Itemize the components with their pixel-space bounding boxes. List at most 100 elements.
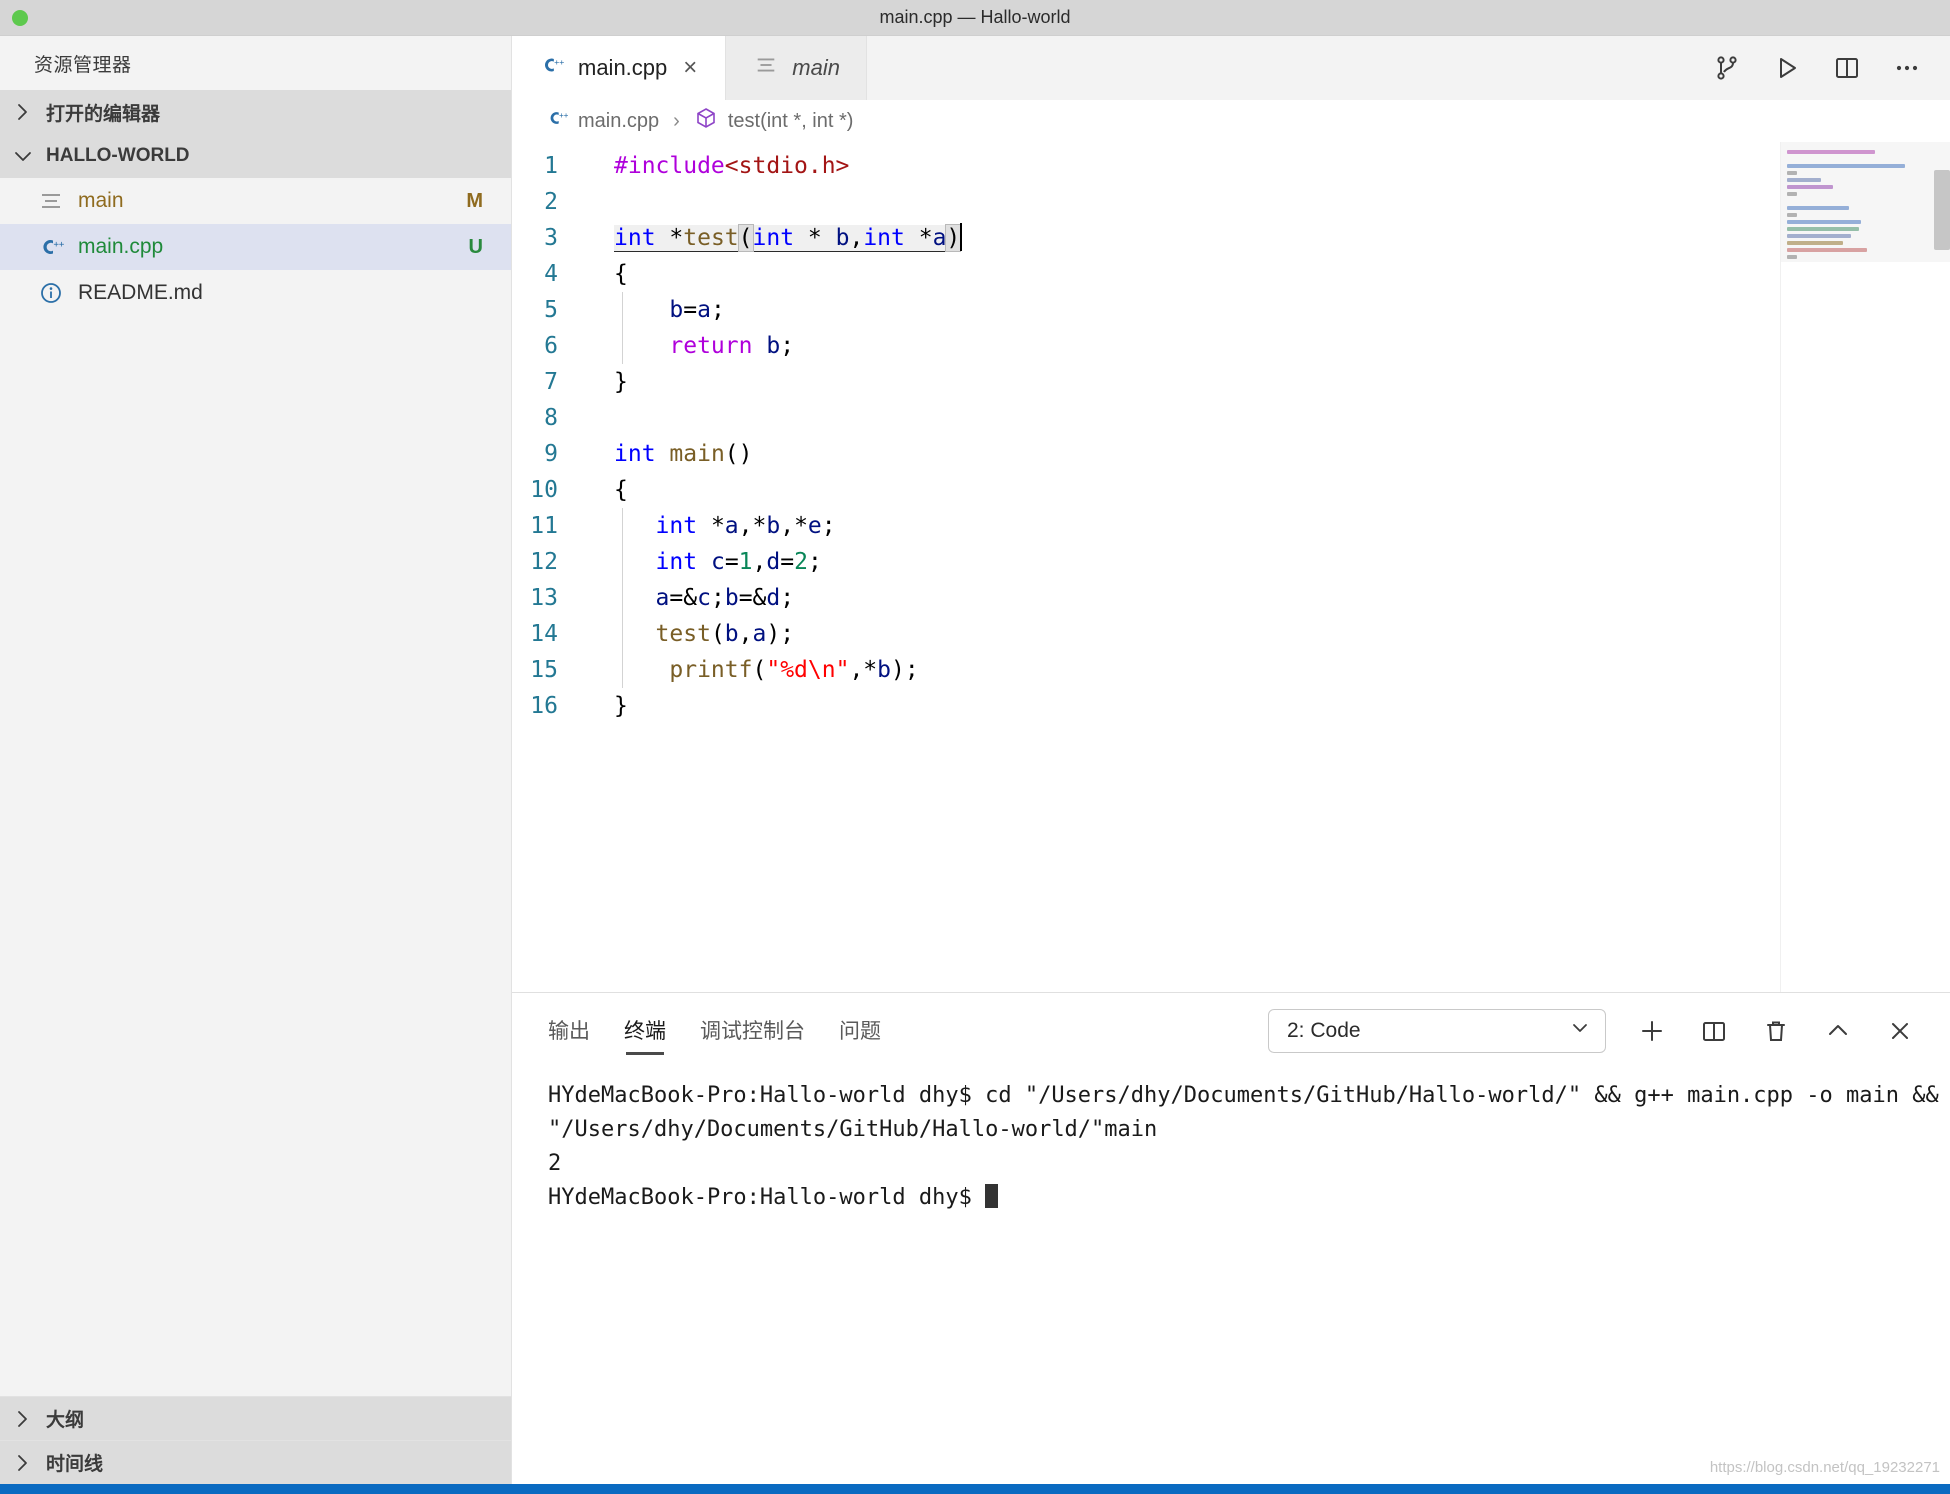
sidebar-section-timeline[interactable]: 时间线 xyxy=(0,1440,511,1484)
svg-text:++: ++ xyxy=(54,240,65,250)
indent-guide xyxy=(622,328,623,364)
tab-main[interactable]: main xyxy=(726,36,867,100)
window-traffic-lights[interactable] xyxy=(12,9,28,26)
line-content: return b; xyxy=(582,328,794,364)
panel-tab-output[interactable]: 输出 xyxy=(548,993,590,1069)
more-actions-icon[interactable] xyxy=(1892,53,1922,83)
panel-tab-debug-console[interactable]: 调试控制台 xyxy=(700,993,805,1069)
minimap[interactable] xyxy=(1780,142,1950,992)
code-line[interactable]: 11 int *a,*b,*e; xyxy=(512,508,1950,544)
tab-label: main.cpp xyxy=(578,55,668,80)
status-bar[interactable] xyxy=(0,1484,1950,1494)
code-line[interactable]: 10 { xyxy=(512,472,1950,508)
tree-item-main[interactable]: main M xyxy=(0,178,511,224)
sidebar-section-open-editors[interactable]: 打开的编辑器 xyxy=(0,90,511,134)
new-terminal-icon[interactable] xyxy=(1636,1015,1668,1047)
watermark: https://blog.csdn.net/qq_19232271 xyxy=(1709,1459,1940,1476)
minimap-slider[interactable] xyxy=(1781,142,1950,262)
tree-item-label: main xyxy=(78,189,124,212)
chevron-down-icon xyxy=(12,145,34,167)
tree-item-main-cpp[interactable]: ++ main.cpp U xyxy=(0,224,511,270)
line-number: 9 xyxy=(544,441,558,467)
code-line[interactable]: 12 int c=1,d=2; xyxy=(512,544,1950,580)
line-number: 4 xyxy=(544,261,558,287)
window-close-dot-icon[interactable] xyxy=(12,9,28,26)
tab-main-cpp[interactable]: ++ main.cpp × xyxy=(512,36,727,100)
cpp-file-icon: ++ xyxy=(540,53,564,83)
breadcrumb-label: main.cpp xyxy=(578,109,660,132)
code-line[interactable]: 16} xyxy=(512,688,1950,724)
breadcrumb-item-file[interactable]: ++ main.cpp xyxy=(546,107,659,135)
kill-terminal-icon[interactable] xyxy=(1760,1015,1792,1047)
code-token: ; xyxy=(821,513,836,539)
code-token: test xyxy=(655,621,711,647)
code-token: a xyxy=(932,225,947,251)
line-content: } xyxy=(582,688,628,724)
editor-scrollbar[interactable] xyxy=(1934,170,1950,250)
breadcrumb-item-symbol[interactable]: test(int *, int *) xyxy=(694,106,853,136)
panel-tab-terminal[interactable]: 终端 xyxy=(624,993,666,1069)
terminal-select[interactable]: 2: Code xyxy=(1268,1009,1606,1053)
text-cursor xyxy=(960,222,963,251)
run-play-icon[interactable] xyxy=(1772,53,1802,83)
line-number: 3 xyxy=(544,225,558,251)
chevron-right-icon xyxy=(12,101,34,123)
sidebar-section-hallo-world[interactable]: HALLO-WORLD xyxy=(0,134,511,178)
breadcrumb-separator: › xyxy=(673,109,680,132)
code-token: d xyxy=(766,549,781,575)
panel-tab-problems[interactable]: 问题 xyxy=(839,993,881,1069)
editor-area: ++ main.cpp × main ++ main.cpp › test(in… xyxy=(512,36,1950,1484)
maximize-panel-icon[interactable] xyxy=(1822,1015,1854,1047)
code-line[interactable]: 14 test(b,a); xyxy=(512,616,1950,652)
code-token: * xyxy=(697,513,725,539)
line-content: test(b,a); xyxy=(582,616,794,652)
code-line[interactable]: 9 int main() xyxy=(512,436,1950,472)
code-line[interactable]: 7} xyxy=(512,364,1950,400)
code-token: { xyxy=(614,477,628,503)
code-token: , xyxy=(752,549,767,575)
line-content: printf("%d\n",*b); xyxy=(582,652,919,688)
line-number: 15 xyxy=(530,657,558,683)
split-source-control-icon[interactable] xyxy=(1712,53,1742,83)
line-content: int *a,*b,*e; xyxy=(582,508,836,544)
chevron-right-icon xyxy=(12,1452,34,1474)
line-number: 7 xyxy=(544,369,558,395)
line-number: 12 xyxy=(530,549,558,575)
code-token: , xyxy=(738,621,753,647)
code-token: a xyxy=(655,585,670,611)
sidebar-section-label: 大纲 xyxy=(46,1410,85,1431)
panel-header: 输出 终端 调试控制台 问题 2: Code xyxy=(512,993,1950,1069)
code-line[interactable]: 1 #include<stdio.h> xyxy=(512,148,1950,184)
code-line[interactable]: 13 a=&c;b=&d; xyxy=(512,580,1950,616)
code-line[interactable]: 2 xyxy=(512,184,1950,220)
tree-item-readme[interactable]: README.md xyxy=(0,270,511,316)
split-terminal-icon[interactable] xyxy=(1698,1015,1730,1047)
workbench-body: 资源管理器 打开的编辑器 HALLO-WORLD main M ++ main.… xyxy=(0,36,1950,1484)
code-token: () xyxy=(724,441,753,467)
code-line[interactable]: 5 b=a; xyxy=(512,292,1950,328)
svg-text:++: ++ xyxy=(559,111,568,120)
line-content: b=a; xyxy=(582,292,725,328)
terminal-output[interactable]: HYdeMacBook-Pro:Hallo-world dhy$ cd "/Us… xyxy=(512,1069,1950,1484)
close-icon[interactable]: × xyxy=(681,56,699,80)
code-token: int xyxy=(752,225,795,251)
sidebar-section-outline[interactable]: 大纲 xyxy=(0,1396,511,1440)
line-content: int c=1,d=2; xyxy=(582,544,822,580)
close-panel-icon[interactable] xyxy=(1884,1015,1916,1047)
line-content: a=&c;b=&d; xyxy=(582,580,794,616)
title-bar: main.cpp — Hallo-world xyxy=(0,0,1950,36)
panel-tabs: 输出 终端 调试控制台 问题 xyxy=(548,993,881,1069)
vscode-window: main.cpp — Hallo-world 资源管理器 打开的编辑器 HALL… xyxy=(0,0,1950,1494)
code-editor[interactable]: 1 #include<stdio.h> 2 3 int *test(int * b,in… xyxy=(512,142,1950,992)
code-line[interactable]: 3 int *test(int * b,int *a) xyxy=(512,220,1950,256)
indent-guide xyxy=(622,580,623,616)
split-editor-icon[interactable] xyxy=(1832,53,1862,83)
code-token: , xyxy=(849,225,864,251)
code-line[interactable]: 15 printf("%d\n",*b); xyxy=(512,652,1950,688)
code-line[interactable]: 8 xyxy=(512,400,1950,436)
indent-guide xyxy=(622,292,623,328)
code-line[interactable]: 6 return b; xyxy=(512,328,1950,364)
code-token: int xyxy=(614,225,656,251)
code-line[interactable]: 4{ xyxy=(512,256,1950,292)
code-token: = xyxy=(780,549,795,575)
